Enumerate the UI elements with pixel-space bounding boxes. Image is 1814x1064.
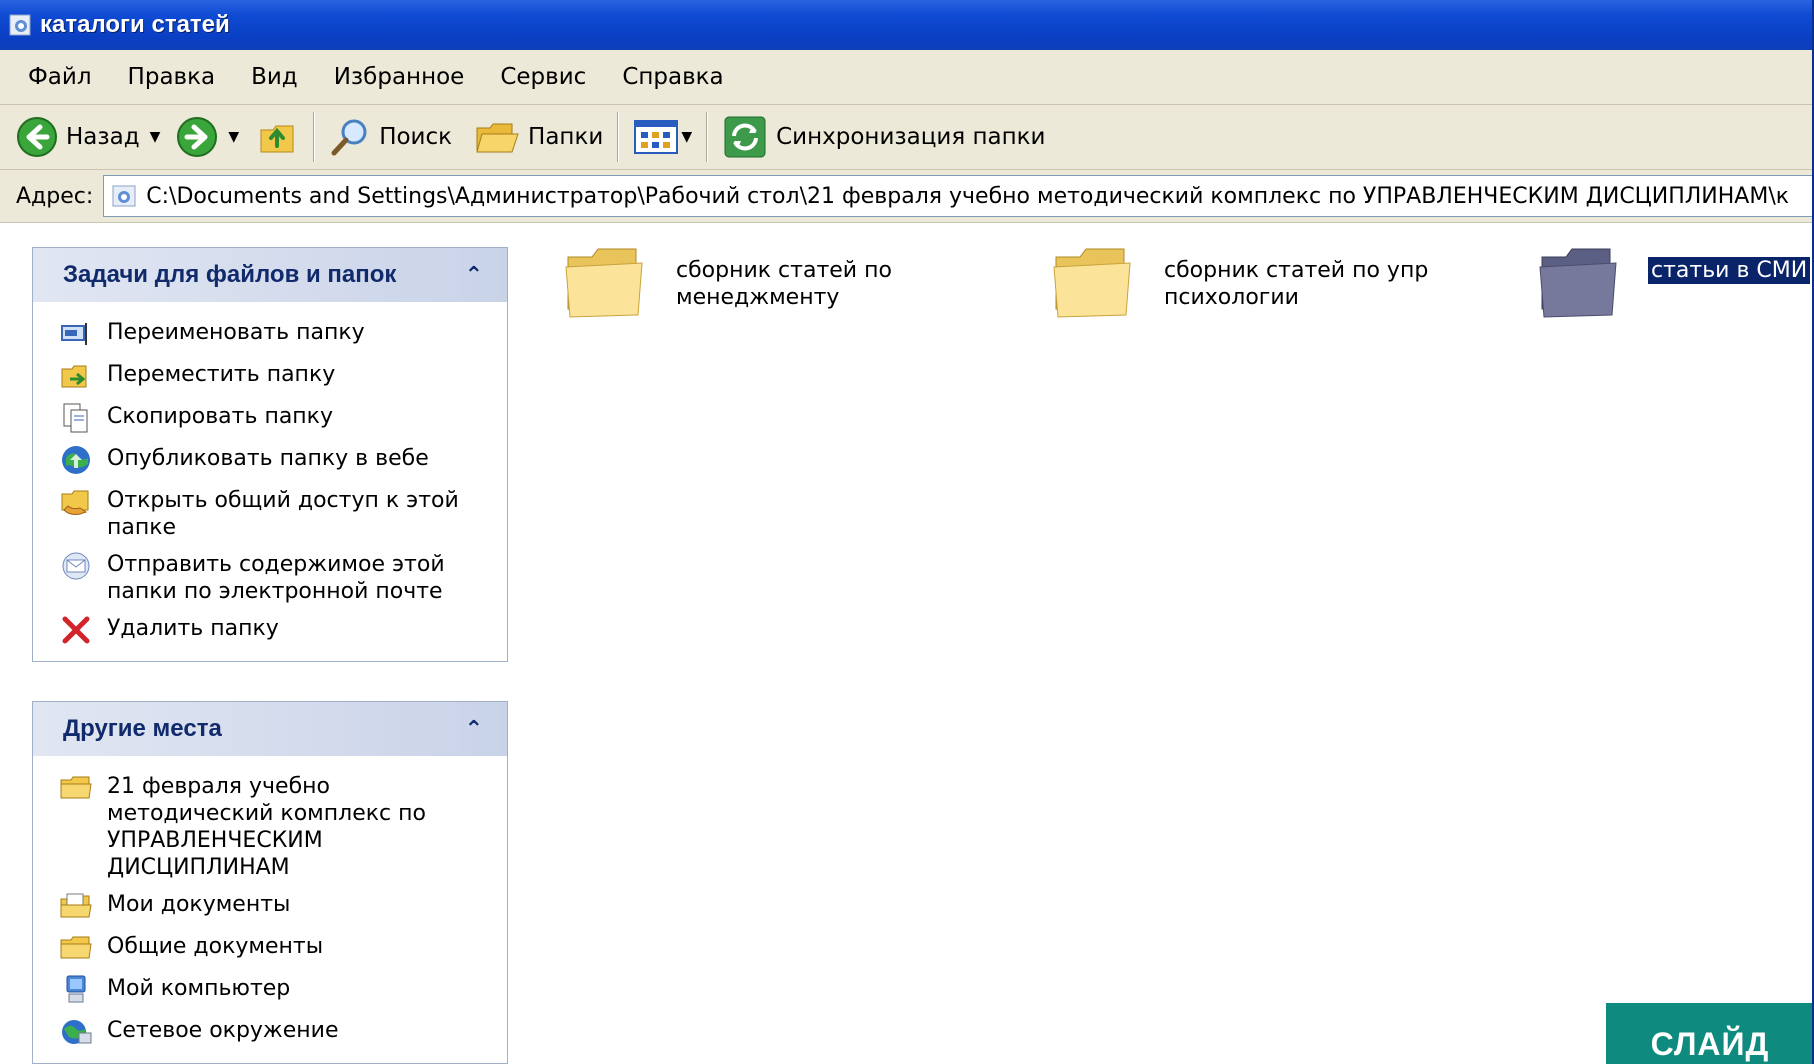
forward-button[interactable]: ▼ bbox=[172, 109, 243, 165]
folder-item[interactable]: сборник статей по упр психологии bbox=[1050, 243, 1454, 323]
folder-up-icon bbox=[260, 125, 294, 153]
task-move-folder[interactable]: Переместить папку bbox=[33, 355, 507, 397]
window-title: каталоги статей bbox=[40, 11, 230, 38]
slide-badge-label: СЛАЙД bbox=[1650, 1026, 1770, 1062]
task-label: Удалить папку bbox=[107, 616, 279, 641]
email-icon bbox=[59, 549, 93, 583]
toolbar-separator bbox=[617, 112, 620, 162]
folder-icon bbox=[1539, 248, 1617, 318]
my-computer-icon bbox=[59, 973, 93, 1007]
folder-icon bbox=[565, 248, 643, 318]
folder-item-selected[interactable]: статьи в СМИ bbox=[1536, 243, 1811, 323]
folder-icon bbox=[59, 771, 93, 805]
search-icon bbox=[331, 119, 367, 156]
toolbar-separator bbox=[313, 112, 316, 162]
slide-badge[interactable]: СЛАЙД bbox=[1606, 1003, 1814, 1064]
folders-icon bbox=[476, 123, 519, 153]
task-email-folder[interactable]: Отправить содержимое этой папки по элект… bbox=[33, 545, 507, 609]
address-path: C:\Documents and Settings\Администратор\… bbox=[146, 183, 1790, 209]
address-input[interactable]: C:\Documents and Settings\Администратор\… bbox=[103, 175, 1814, 217]
move-icon bbox=[59, 359, 93, 393]
place-label: Мой компьютер bbox=[107, 976, 291, 1001]
explorer-window: каталоги статей Файл Правка Вид Избранно… bbox=[0, 0, 1814, 1064]
address-folder-icon bbox=[112, 185, 136, 207]
task-share-folder[interactable]: Открыть общий доступ к этой папке bbox=[33, 481, 507, 545]
search-label: Поиск bbox=[379, 124, 453, 150]
task-label: Переместить папку bbox=[107, 362, 336, 387]
other-places-title: Другие места bbox=[63, 715, 222, 742]
menu-help[interactable]: Справка bbox=[622, 64, 723, 90]
folder-icon bbox=[59, 931, 93, 965]
my-documents-icon bbox=[59, 889, 93, 923]
task-label: Переименовать папку bbox=[107, 320, 365, 345]
folders-button[interactable]: Папки bbox=[470, 109, 607, 165]
place-parent-folder[interactable]: 21 февраля учебно методический комплекс … bbox=[33, 767, 507, 885]
menu-tools[interactable]: Сервис bbox=[500, 64, 586, 90]
task-publish-web[interactable]: Опубликовать папку в вебе bbox=[33, 439, 507, 481]
menu-edit[interactable]: Правка bbox=[128, 64, 216, 90]
tasks-panel-header[interactable]: Задачи для файлов и папок ⌃ bbox=[33, 248, 507, 303]
address-bar: Адрес: C:\Documents and Settings\Админис… bbox=[0, 170, 1814, 223]
collapse-chevron-icon[interactable]: ⌃ bbox=[465, 263, 483, 288]
tasks-list: Переименовать папку Переместить папку Ск… bbox=[33, 303, 507, 661]
views-dropdown-icon[interactable]: ▼ bbox=[681, 129, 692, 145]
task-label: Открыть общий доступ к этой папке bbox=[107, 488, 459, 540]
publish-web-icon bbox=[59, 443, 93, 477]
folder-item[interactable]: сборник статей по менеджменту bbox=[562, 243, 966, 323]
search-button[interactable]: Поиск bbox=[325, 109, 456, 165]
menu-bar: Файл Правка Вид Избранное Сервис Справка bbox=[0, 50, 1814, 105]
tasks-panel: Задачи для файлов и папок ⌃ Переименоват… bbox=[32, 247, 508, 662]
places-list: 21 февраля учебно методический комплекс … bbox=[33, 757, 507, 1063]
task-label: Опубликовать папку в вебе bbox=[107, 446, 429, 471]
back-button[interactable]: Назад ▼ bbox=[12, 109, 164, 165]
sync-folder-button[interactable]: Синхронизация папки bbox=[718, 109, 1049, 165]
tasks-panel-title: Задачи для файлов и папок bbox=[63, 261, 397, 288]
rename-icon bbox=[59, 317, 93, 351]
delete-icon bbox=[59, 613, 93, 647]
folder-name: сборник статей по упр психологии bbox=[1164, 258, 1429, 310]
back-label: Назад bbox=[66, 124, 140, 150]
place-shared-documents[interactable]: Общие документы bbox=[33, 927, 507, 969]
toolbar-separator bbox=[706, 112, 709, 162]
folder-icon bbox=[1053, 248, 1131, 318]
back-dropdown-icon[interactable]: ▼ bbox=[150, 129, 161, 145]
place-label: Мои документы bbox=[107, 892, 291, 917]
menu-favorites[interactable]: Избранное bbox=[334, 64, 465, 90]
folder-name: статьи в СМИ bbox=[1648, 257, 1811, 284]
place-label: Сетевое окружение bbox=[107, 1018, 339, 1043]
folder-name: сборник статей по менеджменту bbox=[676, 258, 892, 310]
other-places-panel: Другие места ⌃ 21 февраля учебно методич… bbox=[32, 701, 508, 1064]
place-label: 21 февраля учебно методический комплекс … bbox=[107, 774, 426, 880]
network-icon bbox=[59, 1015, 93, 1049]
other-places-header[interactable]: Другие места ⌃ bbox=[33, 702, 507, 757]
back-arrow-icon bbox=[17, 117, 57, 157]
collapse-chevron-icon[interactable]: ⌃ bbox=[465, 717, 483, 742]
place-network[interactable]: Сетевое окружение bbox=[33, 1011, 507, 1053]
folder-window-icon bbox=[9, 14, 31, 36]
share-icon bbox=[59, 485, 93, 519]
content-area: Задачи для файлов и папок ⌃ Переименоват… bbox=[0, 223, 1814, 1064]
menu-view[interactable]: Вид bbox=[251, 64, 298, 90]
up-button[interactable] bbox=[253, 109, 303, 165]
task-delete-folder[interactable]: Удалить папку bbox=[33, 609, 507, 651]
folders-label: Папки bbox=[528, 124, 604, 150]
forward-dropdown-icon[interactable]: ▼ bbox=[228, 129, 239, 145]
views-button[interactable]: ▼ bbox=[629, 109, 696, 165]
title-bar[interactable]: каталоги статей bbox=[0, 0, 1814, 50]
place-label: Общие документы bbox=[107, 934, 324, 959]
place-my-documents[interactable]: Мои документы bbox=[33, 885, 507, 927]
toolbar: Назад ▼ ▼ Поиск Папки ▼ Синхронизация па… bbox=[0, 105, 1814, 170]
copy-icon bbox=[59, 401, 93, 435]
views-icon bbox=[634, 120, 679, 154]
task-label: Скопировать папку bbox=[107, 404, 333, 429]
task-rename-folder[interactable]: Переименовать папку bbox=[33, 313, 507, 355]
sync-label: Синхронизация папки bbox=[776, 124, 1046, 150]
task-label: Отправить содержимое этой папки по элект… bbox=[107, 552, 445, 604]
task-copy-folder[interactable]: Скопировать папку bbox=[33, 397, 507, 439]
sync-icon bbox=[724, 116, 766, 158]
forward-arrow-icon bbox=[177, 117, 218, 157]
address-label: Адрес: bbox=[16, 183, 94, 209]
menu-file[interactable]: Файл bbox=[28, 64, 92, 90]
place-my-computer[interactable]: Мой компьютер bbox=[33, 969, 507, 1011]
